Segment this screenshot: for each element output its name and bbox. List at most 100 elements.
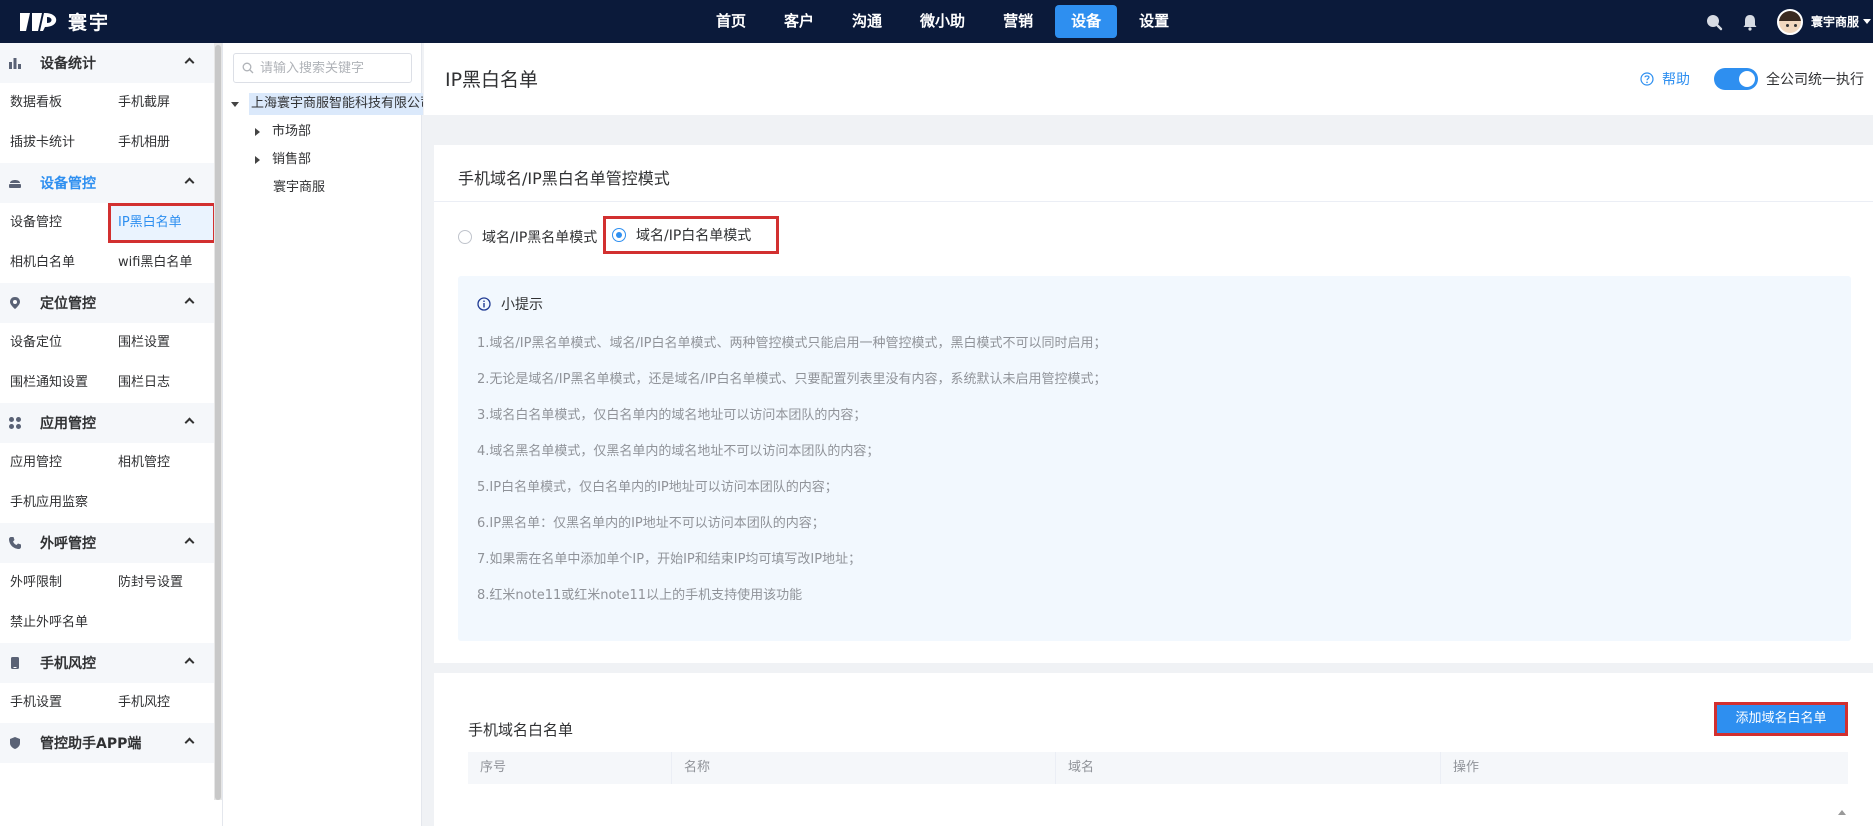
sidebar-item-call-limit[interactable]: 外呼限制 [0,563,108,603]
table-header: 序号 名称 域名 操作 [468,752,1848,784]
radio-dot[interactable] [612,228,626,242]
tree-node-marketing[interactable]: 市场部 [255,121,311,143]
sidebar-row: 数据看板 手机截屏 [0,83,222,123]
sidebar-row: 禁止外呼名单 [0,603,222,643]
radio-dot[interactable] [458,230,472,244]
mobile-icon [11,657,19,669]
chevron-up-icon[interactable] [184,177,195,188]
sidebar-item-device-control[interactable]: 设备管控 [0,203,108,243]
chevron-up-icon[interactable] [184,537,195,548]
sidebar-item-dashboard[interactable]: 数据看板 [0,83,108,123]
search-icon[interactable] [1705,13,1723,31]
tips-header: 小提示 [477,294,543,314]
sidebar-section-title: 手机风控 [40,656,96,672]
sidebar-section-assistant-app[interactable]: 管控助手APP端 [0,723,222,763]
company-wide-toggle[interactable] [1714,68,1758,90]
caret-down-icon[interactable] [231,101,239,107]
sidebar-scrollbar[interactable] [214,43,222,800]
tree-search-input[interactable] [260,60,400,76]
sidebar-item-fence-log[interactable]: 围栏日志 [108,363,216,403]
sidebar-row: 围栏通知设置 围栏日志 [0,363,222,403]
tip-line: 6.IP黑名单：仅黑名单内的IP地址不可以访问本团队的内容； [477,516,825,531]
sidebar-item-call-blocklist[interactable]: 禁止外呼名单 [0,603,108,643]
scroll-up-arrow-icon[interactable] [1838,810,1846,815]
sidebar-section-title: 设备管控 [40,176,96,192]
chevron-up-icon[interactable] [184,417,195,428]
sidebar-section-title: 定位管控 [40,296,96,312]
nav-assistant[interactable]: 微小助 [904,5,981,38]
sidebar-item-fence-settings[interactable]: 围栏设置 [108,323,216,363]
sidebar-item-screenshot[interactable]: 手机截屏 [108,83,216,123]
sidebar-section-device-stats[interactable]: 设备统计 [0,43,222,83]
tree-node-label: 销售部 [272,152,312,167]
sidebar-item-app-control[interactable]: 应用管控 [0,443,108,483]
bar-chart-icon [9,58,21,69]
sidebar-section-location[interactable]: 定位管控 [0,283,222,323]
tree-node-sales[interactable]: 销售部 [255,149,311,171]
help-circle-icon [1640,72,1654,86]
bell-icon[interactable] [1741,13,1759,31]
user-name[interactable]: 寰宇商服 [1811,13,1859,30]
sidebar-item-phone-risk[interactable]: 手机风控 [108,683,216,723]
nav-device[interactable]: 设备 [1055,5,1118,38]
nav-customer[interactable]: 客户 [768,5,830,38]
sidebar-item-wifi-list[interactable]: wifi黑白名单 [108,243,216,283]
chevron-up-icon[interactable] [184,657,195,668]
chevron-up-icon[interactable] [184,57,195,68]
chevron-up-icon[interactable] [184,737,195,748]
radio-blacklist-mode[interactable]: 域名/IP黑名单模式 [458,218,597,256]
nav-home[interactable]: 首页 [700,5,762,38]
caret-right-icon[interactable] [255,156,260,164]
brand-name: 寰宇 [68,12,111,34]
sidebar-item-sim-stats[interactable]: 插拔卡统计 [0,123,108,163]
sidebar-item-device-location[interactable]: 设备定位 [0,323,108,363]
sidebar-row: 相机白名单 wifi黑白名单 [0,243,222,283]
sidebar: 设备统计 数据看板 手机截屏 插拔卡统计 手机相册 设备管控 设备管控 IP黑白… [0,43,222,826]
radio-whitelist-mode[interactable]: 域名/IP白名单模式 [603,216,779,254]
brand-logo[interactable]: 寰宇 [18,8,110,35]
divider [434,201,1873,202]
chevron-down-icon[interactable] [1863,19,1871,24]
main-nav: 首页 客户 沟通 微小助 营销 设备 设置 [700,5,1191,38]
sidebar-row: 手机应用监察 [0,483,222,523]
nav-settings[interactable]: 设置 [1123,5,1185,38]
sidebar-item-app-monitor[interactable]: 手机应用监察 [0,483,108,523]
sidebar-row: 应用管控 相机管控 [0,443,222,483]
chevron-up-icon[interactable] [184,297,195,308]
sidebar-section-title: 应用管控 [40,416,96,432]
whitelist-card: 手机域名白名单 添加域名白名单 序号 名称 域名 操作 [434,673,1873,826]
tree-node-root[interactable]: 上海寰宇商服智能科技有限公司 [231,93,423,115]
sidebar-item-anti-block[interactable]: 防封号设置 [108,563,216,603]
sidebar-item-phone-settings[interactable]: 手机设置 [0,683,108,723]
radio-label: 域名/IP黑名单模式 [482,230,598,246]
column-header-index: 序号 [468,752,672,784]
nav-communication[interactable]: 沟通 [836,5,898,38]
location-icon [10,297,20,309]
tree-node-huanyu[interactable]: 寰宇商服 [273,177,325,199]
sidebar-section-phone-risk[interactable]: 手机风控 [0,643,222,683]
sidebar-item-camera-whitelist[interactable]: 相机白名单 [0,243,108,283]
sidebar-item-fence-notify[interactable]: 围栏通知设置 [0,363,108,403]
help-link[interactable]: 帮助 [1640,69,1690,89]
sidebar-section-call-control[interactable]: 外呼管控 [0,523,222,563]
sidebar-item-ip-list[interactable]: IP黑白名单 [108,203,216,243]
whitelist-card-title: 手机域名白名单 [468,721,574,739]
sidebar-item-camera-control[interactable]: 相机管控 [108,443,216,483]
avatar[interactable] [1776,8,1803,35]
radio-label: 域名/IP白名单模式 [636,228,752,244]
sidebar-item-album[interactable]: 手机相册 [108,123,216,163]
sidebar-section-device-control[interactable]: 设备管控 [0,163,222,203]
add-whitelist-button[interactable]: 添加域名白名单 [1714,702,1848,736]
logo-mark-icon [20,12,57,31]
tree-node-label: 市场部 [272,124,312,139]
sidebar-row: 手机设置 手机风控 [0,683,222,723]
sidebar-row: 外呼限制 防封号设置 [0,563,222,603]
apps-icon [9,417,21,429]
sidebar-section-app-control[interactable]: 应用管控 [0,403,222,443]
column-header-domain: 域名 [1056,752,1441,784]
nav-marketing[interactable]: 营销 [987,5,1049,38]
tree-search-box [233,53,412,83]
mode-card: 手机域名/IP黑白名单管控模式 域名/IP黑名单模式 域名/IP白名单模式 小提… [434,145,1873,663]
org-tree-panel: 上海寰宇商服智能科技有限公司 市场部 销售部 寰宇商服 [222,43,423,826]
caret-right-icon[interactable] [255,128,260,136]
